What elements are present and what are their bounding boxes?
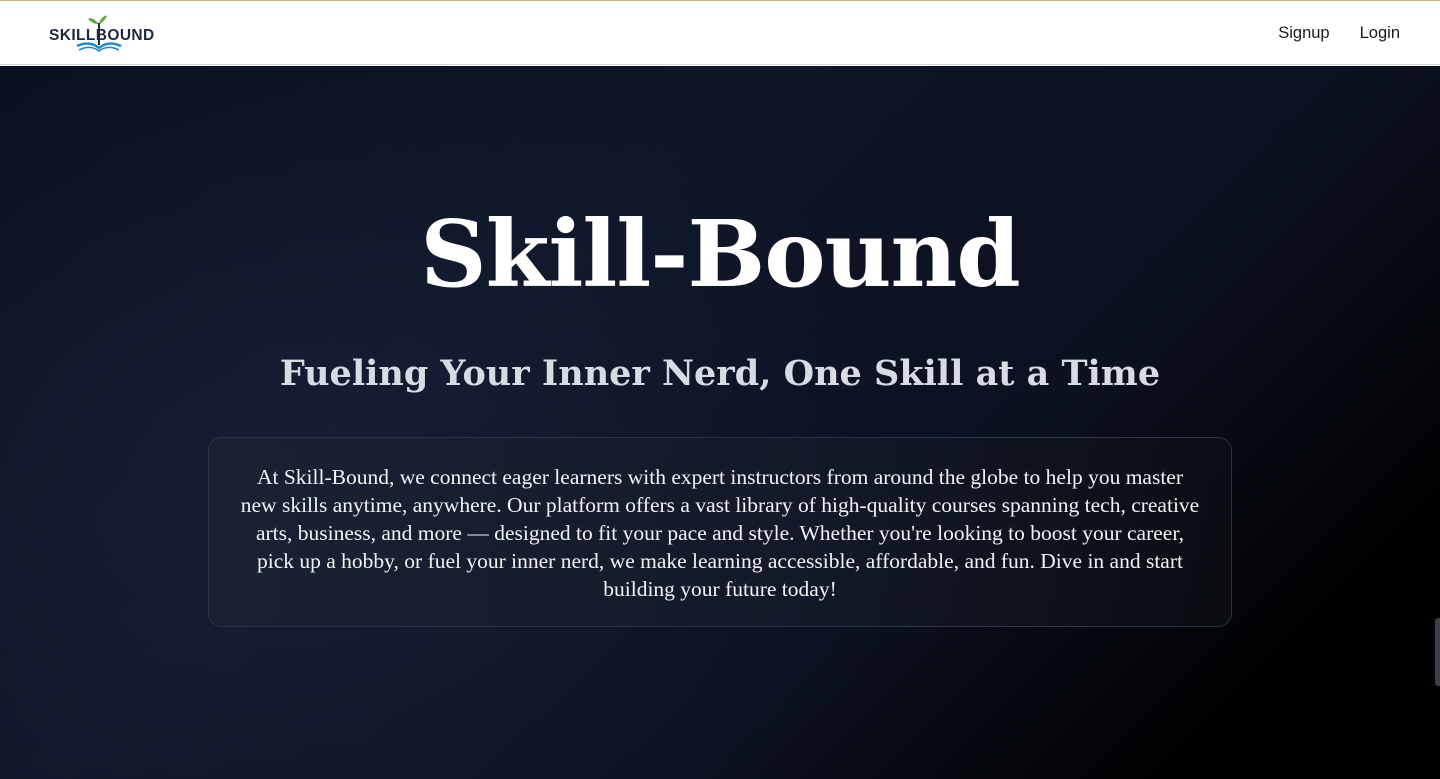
signup-link[interactable]: Signup (1278, 24, 1329, 43)
skillbound-logo[interactable]: SKILLBOUND (49, 13, 169, 53)
hero-title: Skill-Bound (420, 200, 1020, 308)
hero-subtitle: Fueling Your Inner Nerd, One Skill at a … (279, 353, 1161, 394)
nav-links: Signup Login (1278, 1, 1400, 65)
hero-section: Skill-Bound Fueling Your Inner Nerd, One… (0, 66, 1440, 779)
login-link[interactable]: Login (1360, 24, 1400, 43)
about-description: At Skill-Bound, we connect eager learner… (240, 465, 1200, 601)
logo-text: SKILLBOUND (49, 27, 155, 44)
about-card: At Skill-Bound, we connect eager learner… (208, 437, 1232, 627)
navbar: SKILLBOUND Signup Login (0, 1, 1440, 65)
side-scroll-tab[interactable] (1435, 618, 1440, 686)
